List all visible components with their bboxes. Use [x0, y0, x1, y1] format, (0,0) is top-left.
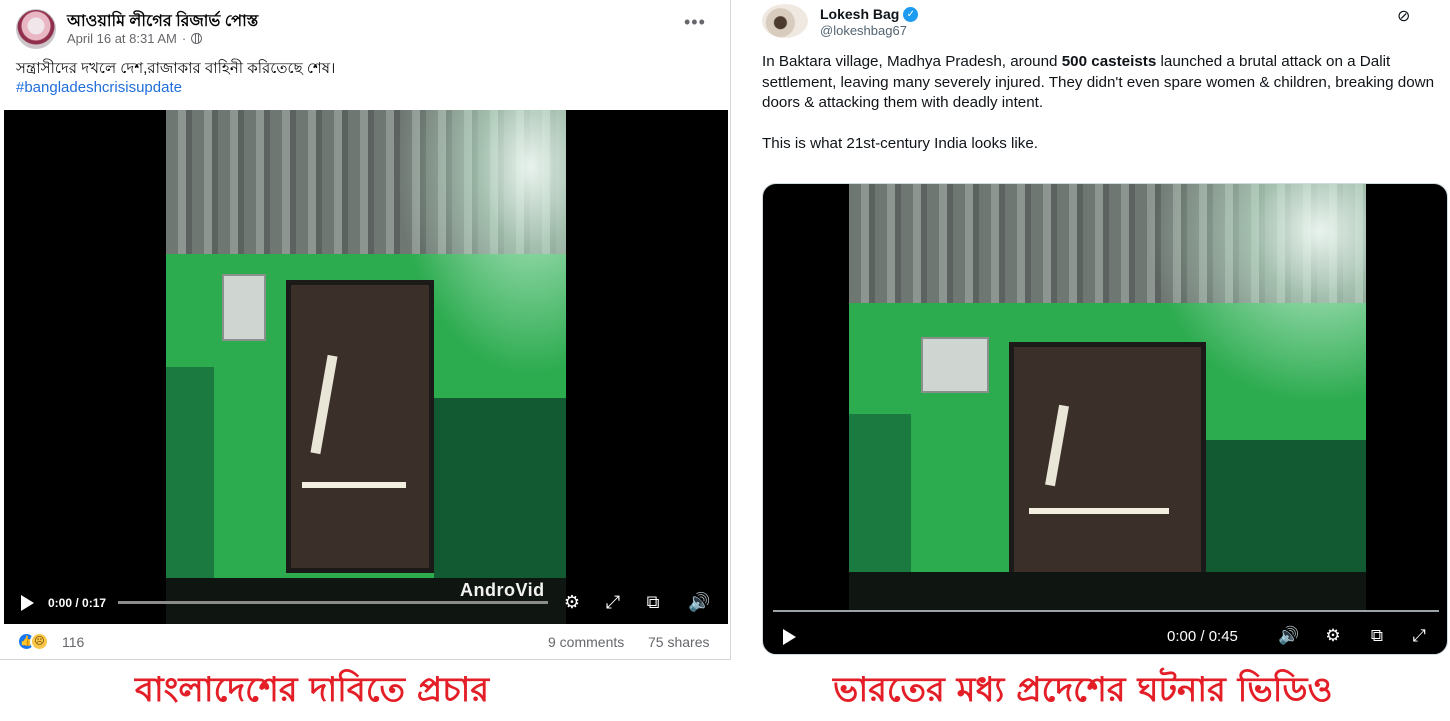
comments-link[interactable]: 9 comments [548, 634, 624, 650]
more-options-icon[interactable]: ••• [684, 12, 706, 33]
post-text-start: In Baktara village, Madhya Pradesh, arou… [762, 53, 1062, 70]
grok-icon[interactable]: ⊘ [1397, 6, 1410, 26]
video-frame [166, 110, 566, 624]
pip-icon[interactable]: ⧉ [1366, 626, 1388, 646]
user-name[interactable]: Lokesh Bag ✓ [820, 6, 919, 22]
x-post: Lokesh Bag ✓ @lokeshbag67 ⊘ In Baktara v… [747, 0, 1450, 660]
fullscreen-icon[interactable]: ⤢ [602, 592, 624, 612]
sad-icon: ☹ [30, 632, 49, 651]
video-progress-bar[interactable] [118, 601, 548, 604]
user-avatar[interactable] [762, 4, 808, 38]
fullscreen-icon[interactable]: ⤢ [1408, 626, 1430, 646]
volume-icon[interactable]: 🔊 [688, 592, 710, 612]
reaction-count[interactable]: 116 [62, 634, 84, 650]
post-meta: April 16 at 8:31 AM · [67, 31, 203, 46]
video-time: 0:00 / 0:45 [1167, 628, 1238, 645]
post-text-bold: 500 casteists [1061, 53, 1157, 70]
settings-icon[interactable]: ⚙ [561, 592, 583, 612]
pip-icon[interactable]: ⧉ [642, 592, 664, 612]
right-caption: ভারতের মধ্য প্রদেশের ঘটনার ভিডিও [833, 670, 1333, 710]
video-time: 0:00 / 0:17 [48, 596, 107, 610]
reaction-icons[interactable]: 👍 ☹ [17, 632, 57, 652]
settings-icon[interactable]: ⚙ [1322, 626, 1344, 646]
facebook-post: আওয়ামি লীগের রিজার্ভ পোস্ত April 16 at … [0, 0, 731, 660]
post-footer: 👍 ☹ 116 9 comments 75 shares [0, 624, 731, 660]
video-progress-bar[interactable] [773, 610, 1439, 612]
play-icon[interactable] [21, 595, 34, 614]
volume-icon[interactable]: 🔊 [1278, 626, 1300, 646]
video-player[interactable]: 0:00 / 0:17 AndroVid ⚙ ⤢ ⧉ 🔊 [4, 110, 728, 624]
globe-icon [191, 33, 203, 44]
post-text: In Baktara village, Madhya Pradesh, arou… [762, 52, 1442, 174]
post-text-line2: This is what 21st-century India looks li… [762, 134, 1039, 152]
video-frame [849, 184, 1366, 610]
play-icon[interactable] [783, 629, 796, 648]
video-player[interactable]: 0:00 / 0:45 🔊 ⚙ ⧉ ⤢ [762, 183, 1448, 655]
user-handle[interactable]: @lokeshbag67 [820, 23, 907, 38]
video-watermark: AndroVid [460, 580, 545, 600]
post-date[interactable]: April 16 at 8:31 AM [67, 31, 177, 46]
page-avatar[interactable] [16, 9, 56, 49]
hashtag-link[interactable]: #bangladeshcrisisupdate [16, 79, 182, 96]
left-caption: বাংলাদেশের দাবিতে প্রচার [135, 670, 490, 710]
verified-badge-icon: ✓ [903, 6, 919, 22]
display-name[interactable]: Lokesh Bag [820, 6, 899, 22]
shares-link[interactable]: 75 shares [648, 634, 709, 650]
